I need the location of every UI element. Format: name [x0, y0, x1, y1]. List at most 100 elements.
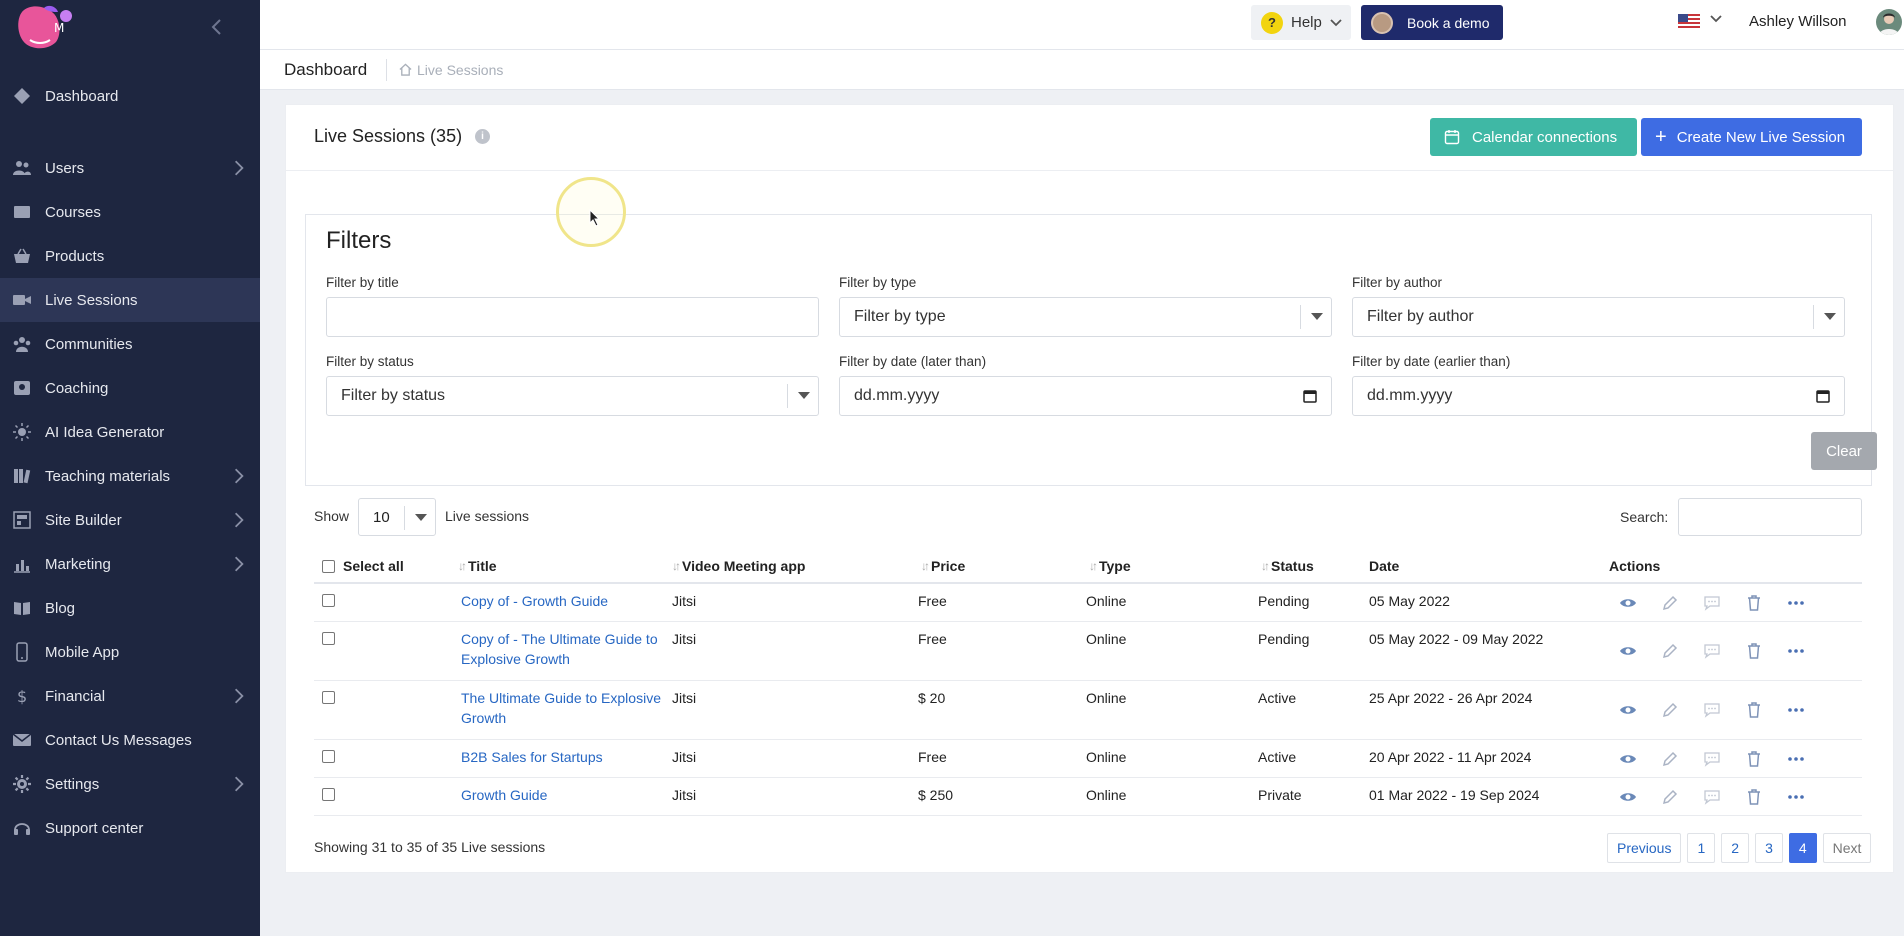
sidebar-item-mobile-app[interactable]: Mobile App: [0, 630, 260, 674]
session-type: Online: [1086, 787, 1127, 803]
select-divider: [787, 384, 788, 408]
more-icon[interactable]: [1787, 641, 1829, 661]
row-checkbox[interactable]: [322, 691, 335, 704]
trash-icon[interactable]: [1745, 700, 1787, 720]
view-icon[interactable]: [1619, 593, 1661, 613]
sidebar-item-contact-us-messages[interactable]: Contact Us Messages: [0, 718, 260, 762]
price-column-header[interactable]: ↓↑ Price: [921, 550, 965, 582]
sidebar-item-financial[interactable]: $ Financial: [0, 674, 260, 718]
language-chevron-icon[interactable]: [1710, 14, 1722, 24]
row-checkbox[interactable]: [322, 632, 335, 645]
type-column-header[interactable]: ↓↑ Type: [1089, 550, 1131, 582]
more-icon[interactable]: [1787, 593, 1829, 613]
row-checkbox[interactable]: [322, 750, 335, 763]
edit-icon[interactable]: [1661, 641, 1703, 661]
book-demo-button[interactable]: Book a demo: [1361, 5, 1503, 40]
session-title-link[interactable]: The Ultimate Guide to Explosive Growth: [461, 688, 661, 728]
sidebar-item-courses[interactable]: Courses: [0, 190, 260, 234]
user-avatar[interactable]: [1876, 9, 1902, 35]
search-input[interactable]: [1678, 498, 1862, 536]
view-icon[interactable]: [1619, 749, 1661, 769]
sidebar-item-teaching-materials[interactable]: Teaching materials: [0, 454, 260, 498]
filter-status-select[interactable]: Filter by status: [326, 376, 819, 416]
create-live-session-button[interactable]: + Create New Live Session: [1641, 118, 1862, 156]
status-column-header[interactable]: ↓↑ Status: [1261, 550, 1314, 582]
calendar-icon[interactable]: [1816, 389, 1830, 403]
edit-icon[interactable]: [1661, 593, 1703, 613]
comment-icon[interactable]: [1703, 700, 1745, 720]
pagination-page[interactable]: 2: [1721, 833, 1750, 863]
info-icon[interactable]: i: [475, 129, 490, 144]
session-title-link[interactable]: B2B Sales for Startups: [461, 747, 661, 767]
more-icon[interactable]: [1787, 787, 1829, 807]
calendar-icon[interactable]: [1303, 389, 1317, 403]
video-icon: [11, 290, 32, 310]
filter-author-select[interactable]: Filter by author: [1352, 297, 1845, 337]
view-icon[interactable]: [1619, 700, 1661, 720]
collapse-sidebar-icon[interactable]: [210, 16, 222, 42]
sidebar-item-dashboard[interactable]: Dashboard: [0, 74, 260, 118]
page-size-select[interactable]: 10: [358, 498, 436, 536]
edit-icon[interactable]: [1661, 749, 1703, 769]
trash-icon[interactable]: [1745, 593, 1787, 613]
session-title-link[interactable]: Copy of - The Ultimate Guide to Explosiv…: [461, 629, 661, 669]
sidebar-item-site-builder[interactable]: Site Builder: [0, 498, 260, 542]
sidebar-item-blog[interactable]: Blog: [0, 586, 260, 630]
comment-icon[interactable]: [1703, 749, 1745, 769]
pagination-page[interactable]: 1: [1687, 833, 1716, 863]
edit-icon[interactable]: [1661, 700, 1703, 720]
title-column-header[interactable]: ↓↑ Title: [458, 550, 497, 582]
sidebar-item-products[interactable]: Products: [0, 234, 260, 278]
pagination-page[interactable]: 4: [1788, 833, 1817, 863]
home-icon[interactable]: [399, 63, 412, 76]
us-flag-icon[interactable]: [1678, 14, 1700, 29]
session-title-link[interactable]: Growth Guide: [461, 785, 661, 805]
sidebar-item-communities[interactable]: Communities: [0, 322, 260, 366]
trash-icon[interactable]: [1745, 787, 1787, 807]
user-name[interactable]: Ashley Willson: [1749, 13, 1847, 30]
trash-icon[interactable]: [1745, 749, 1787, 769]
session-title-link[interactable]: Copy of - Growth Guide: [461, 591, 661, 611]
date-column-header[interactable]: Date: [1369, 550, 1399, 582]
filter-date-earlier-input[interactable]: dd.mm.yyyy: [1352, 376, 1845, 416]
filter-title-input[interactable]: [326, 297, 819, 337]
filter-date-later-input[interactable]: dd.mm.yyyy: [839, 376, 1332, 416]
select-all-header[interactable]: Select all: [322, 550, 404, 582]
filter-type-select[interactable]: Filter by type: [839, 297, 1332, 337]
sidebar-item-live-sessions[interactable]: Live Sessions: [0, 278, 260, 322]
app-column-header[interactable]: ↓↑ Video Meeting app: [672, 550, 805, 582]
show-label: Show: [314, 508, 350, 524]
sidebar-item-coaching[interactable]: Coaching: [0, 366, 260, 410]
view-icon[interactable]: [1619, 641, 1661, 661]
sidebar-item-marketing[interactable]: Marketing: [0, 542, 260, 586]
sidebar-item-support-center[interactable]: Support center: [0, 806, 260, 850]
table-row: Copy of - The Ultimate Guide to Explosiv…: [314, 622, 1862, 681]
pagination-next[interactable]: Next: [1822, 833, 1872, 863]
sidebar-item-users[interactable]: Users: [0, 146, 260, 190]
more-icon[interactable]: [1787, 749, 1829, 769]
sidebar-item-ai-idea-generator[interactable]: AI Idea Generator: [0, 410, 260, 454]
session-price: Free: [918, 749, 947, 765]
row-checkbox[interactable]: [322, 594, 335, 607]
coaching-icon: [11, 378, 32, 398]
pagination-page[interactable]: 3: [1755, 833, 1783, 863]
select-all-checkbox[interactable]: [322, 559, 335, 573]
comment-icon[interactable]: [1703, 787, 1745, 807]
filters-title: Filters: [326, 227, 392, 254]
session-date: 01 Mar 2022 - 19 Sep 2024: [1369, 787, 1540, 803]
comment-icon[interactable]: [1703, 593, 1745, 613]
view-icon[interactable]: [1619, 787, 1661, 807]
calendar-connections-button[interactable]: Calendar connections: [1430, 118, 1637, 156]
more-icon[interactable]: [1787, 700, 1829, 720]
sidebar-item-settings[interactable]: Settings: [0, 762, 260, 806]
edit-icon[interactable]: [1661, 787, 1703, 807]
pagination-previous[interactable]: Previous: [1607, 833, 1682, 863]
row-checkbox[interactable]: [322, 788, 335, 801]
trash-icon[interactable]: [1745, 641, 1787, 661]
breadcrumb-current[interactable]: Live Sessions: [417, 62, 503, 78]
comment-icon[interactable]: [1703, 641, 1745, 661]
app-logo[interactable]: M: [14, 2, 76, 52]
help-button[interactable]: ? Help: [1251, 5, 1351, 40]
dropdown-arrow-icon: [798, 392, 810, 399]
clear-filters-button[interactable]: Clear: [1811, 432, 1877, 470]
